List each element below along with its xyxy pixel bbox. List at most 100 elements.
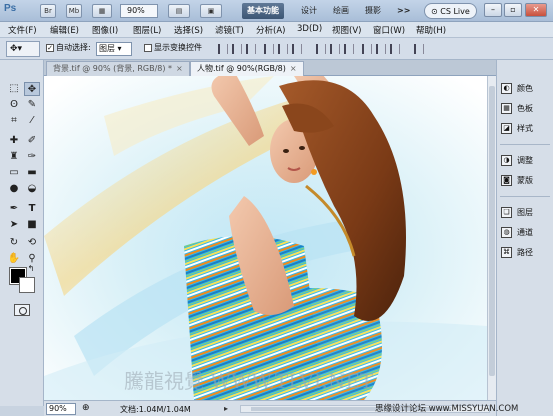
checkbox-checked-icon: ✓ (46, 43, 54, 52)
auto-align-layers-icon[interactable] (414, 44, 424, 54)
menu-analysis[interactable]: 分析(A) (256, 24, 285, 36)
align-top-icon[interactable] (218, 44, 228, 54)
status-info-icon[interactable]: ⊕ (82, 403, 90, 413)
panel-styles[interactable]: ◪ 样式 (501, 120, 533, 136)
background-color-swatch[interactable] (19, 277, 35, 293)
distribute-hcenter-icon[interactable] (376, 44, 386, 54)
tab-label: 人物.tif @ 90%(RGB/8) (197, 64, 286, 73)
panel-label: 样式 (517, 123, 533, 133)
panel-channels[interactable]: ◍ 通道 (501, 224, 533, 240)
show-transform-checkbox[interactable]: 显示变换控件 (144, 42, 202, 53)
marquee-tool-icon[interactable]: ⬚ (6, 82, 22, 96)
menu-edit[interactable]: 编辑(E) (50, 24, 79, 36)
quick-select-tool-icon[interactable]: ✎ (24, 98, 40, 112)
panel-paths[interactable]: ⌘ 路径 (501, 244, 533, 260)
panel-label: 路径 (517, 247, 533, 257)
workspace-photography[interactable]: 摄影 (360, 3, 386, 19)
panel-adjustments[interactable]: ◑ 调整 (501, 152, 533, 168)
type-tool-icon[interactable]: T (24, 202, 40, 216)
quick-mask-icon[interactable] (14, 304, 30, 316)
gradient-tool-icon[interactable]: ▬ (24, 166, 40, 180)
crop-tool-icon[interactable]: ⌗ (6, 114, 22, 128)
more-workspaces-button[interactable]: >> (392, 3, 415, 19)
show-transform-label: 显示变换控件 (154, 43, 202, 52)
move-tool-icon[interactable]: ✥ (24, 82, 40, 96)
photoshop-logo: Ps (4, 3, 17, 14)
bridge-icon[interactable]: Br (40, 4, 56, 18)
clone-stamp-tool-icon[interactable]: ♜ (6, 150, 22, 164)
distribute-bottom-icon[interactable] (344, 44, 354, 54)
close-tab-icon[interactable]: × (176, 64, 183, 73)
tab-person-doc[interactable]: 人物.tif @ 90%(RGB/8) × (190, 61, 304, 76)
menu-window[interactable]: 窗口(W) (373, 24, 405, 36)
panel-label: 蒙版 (517, 175, 533, 185)
paths-icon: ⌘ (501, 246, 512, 258)
distribute-vcenter-icon[interactable] (330, 44, 340, 54)
menu-layer[interactable]: 图层(L) (133, 24, 161, 36)
options-bar: ✥▾ ✓ 自动选择: 图层 ▾ 显示变换控件 (0, 38, 553, 60)
workspace-essentials[interactable]: 基本功能 (242, 3, 284, 19)
view-extras-icon[interactable]: ▦ (92, 4, 112, 18)
spot-healing-tool-icon[interactable]: ✚ (6, 134, 22, 148)
panel-swatches[interactable]: ▦ 色板 (501, 100, 533, 116)
eyedropper-tool-icon[interactable]: ⁄ (24, 114, 40, 128)
align-left-icon[interactable] (264, 44, 274, 54)
cs-live-button[interactable]: ⊙ CS Live (424, 3, 477, 19)
screen-mode-icon[interactable]: ▣ (200, 4, 222, 18)
blur-tool-icon[interactable]: ● (6, 182, 22, 196)
menu-filter[interactable]: 滤镜(T) (215, 24, 244, 36)
layers-icon: ❏ (501, 206, 512, 218)
workspace-design[interactable]: 设计 (296, 3, 322, 19)
panel-color[interactable]: ◐ 颜色 (501, 80, 533, 96)
rectangle-tool-icon[interactable]: ■ (24, 218, 40, 232)
menu-select[interactable]: 选择(S) (174, 24, 203, 36)
menu-view[interactable]: 视图(V) (332, 24, 361, 36)
menu-image[interactable]: 图像(I) (92, 24, 118, 36)
swatches-icon: ▦ (501, 102, 512, 114)
tool-preset-picker[interactable]: ✥▾ (6, 41, 40, 57)
document-size-info: 文档:1.04M/1.04M (120, 405, 191, 414)
swap-colors-icon[interactable]: ↰ (26, 264, 36, 274)
brush-tool-icon[interactable]: ✐ (24, 134, 40, 148)
distribute-left-icon[interactable] (362, 44, 372, 54)
auto-select-checkbox[interactable]: ✓ 自动选择: (46, 42, 91, 53)
close-tab-icon[interactable]: × (290, 64, 297, 73)
align-right-icon[interactable] (292, 44, 302, 54)
close-button[interactable]: ✕ (525, 3, 547, 17)
status-zoom-field[interactable]: 90% (46, 403, 76, 415)
menu-help[interactable]: 帮助(H) (416, 24, 446, 36)
panel-layers[interactable]: ❏ 图层 (501, 204, 533, 220)
minimize-button[interactable]: – (484, 3, 502, 17)
history-brush-tool-icon[interactable]: ✑ (24, 150, 40, 164)
tab-background-doc[interactable]: 背景.tif @ 90% (背景, RGB/8) * × (46, 61, 190, 76)
3d-orbit-tool-icon[interactable]: ⟲ (24, 236, 40, 250)
hand-tool-icon[interactable]: ✋ (6, 252, 22, 266)
align-vcenter-icon[interactable] (232, 44, 242, 54)
align-bottom-icon[interactable] (246, 44, 256, 54)
document-tab-bar: 背景.tif @ 90% (背景, RGB/8) * × 人物.tif @ 90%… (44, 60, 496, 76)
auto-select-dropdown[interactable]: 图层 ▾ (96, 42, 132, 56)
align-hcenter-icon[interactable] (278, 44, 288, 54)
panel-label: 调整 (517, 155, 533, 165)
dodge-tool-icon[interactable]: ◒ (24, 182, 40, 196)
cs-live-label: CS Live (440, 7, 470, 16)
mini-bridge-icon[interactable]: Mb (66, 4, 82, 18)
lasso-tool-icon[interactable]: ʘ (6, 98, 22, 112)
distribute-right-icon[interactable] (390, 44, 400, 54)
arrange-documents-icon[interactable]: ▤ (168, 4, 190, 18)
zoom-level-select[interactable]: 90% (120, 4, 158, 18)
3d-rotate-tool-icon[interactable]: ↻ (6, 236, 22, 250)
scroll-thumb[interactable] (489, 86, 495, 376)
status-menu-arrow-icon[interactable]: ▸ (224, 404, 228, 413)
workspace-painting[interactable]: 绘画 (328, 3, 354, 19)
panel-masks[interactable]: ◙ 蒙版 (501, 172, 533, 188)
eraser-tool-icon[interactable]: ▭ (6, 166, 22, 180)
menu-3d[interactable]: 3D(D) (297, 24, 322, 34)
vertical-scrollbar[interactable] (487, 76, 496, 400)
restore-button[interactable]: ▫ (504, 3, 522, 17)
canvas[interactable]: 騰龍視覺 WWW.TLVI.NET (44, 76, 487, 400)
menu-file[interactable]: 文件(F) (8, 24, 37, 36)
path-select-tool-icon[interactable]: ➤ (6, 218, 22, 232)
distribute-top-icon[interactable] (316, 44, 326, 54)
pen-tool-icon[interactable]: ✒ (6, 202, 22, 216)
